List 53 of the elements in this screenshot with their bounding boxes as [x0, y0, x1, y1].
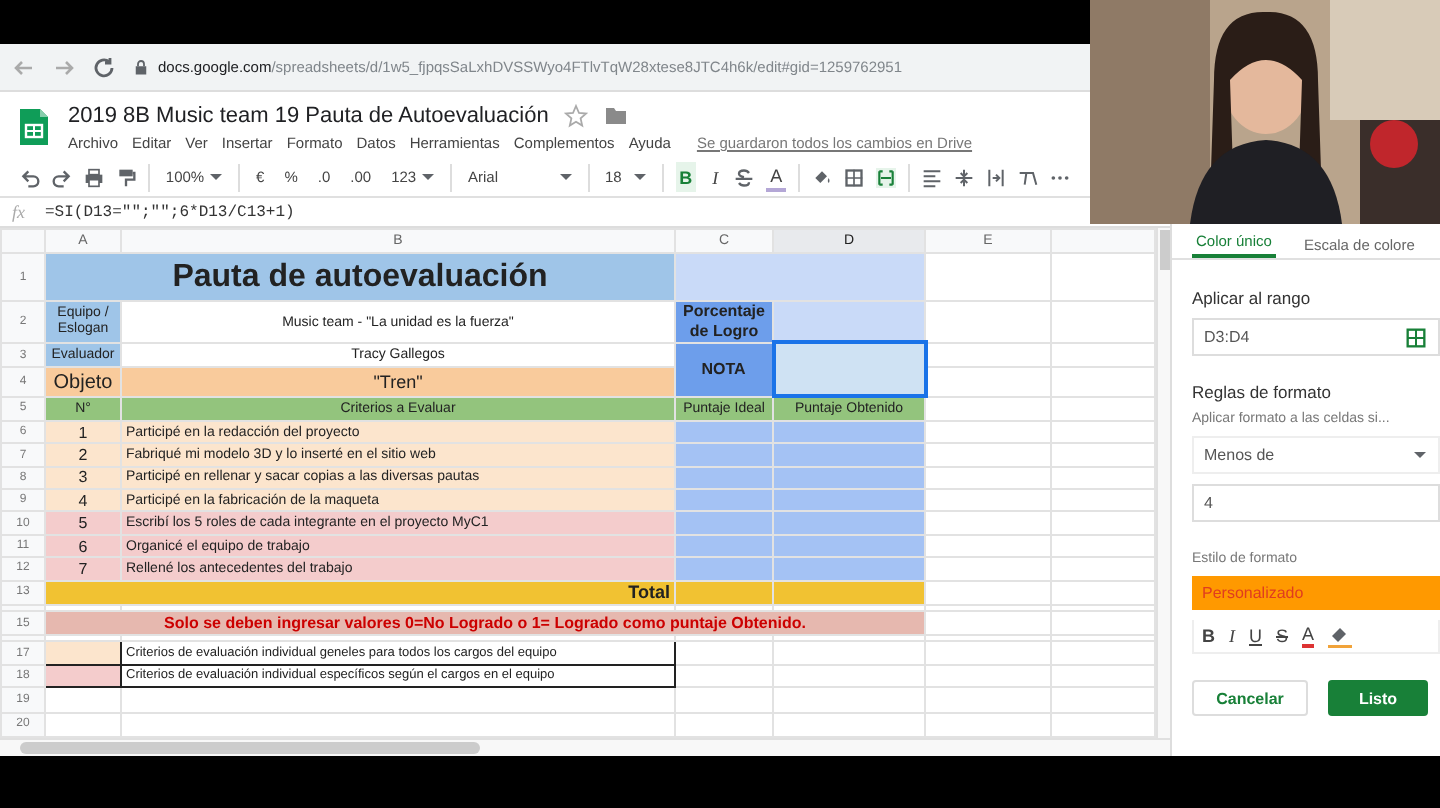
strikethrough-button[interactable]: S: [1276, 626, 1289, 646]
fill-color-icon[interactable]: [1328, 624, 1353, 648]
text-wrap-icon[interactable]: [986, 167, 1007, 187]
value-field[interactable]: 4: [1192, 484, 1440, 522]
redo-icon[interactable]: [52, 167, 72, 187]
caret-icon: [633, 174, 646, 180]
sheets-logo-icon[interactable]: [20, 108, 48, 146]
vertical-align-icon[interactable]: [954, 167, 975, 187]
strikethrough-icon[interactable]: [734, 167, 755, 187]
formula-field[interactable]: =SI(D13="";"";6*D13/C13+1): [45, 203, 295, 221]
sheet-cell[interactable]: NOTA: [675, 342, 773, 397]
text-color-button[interactable]: A: [766, 162, 787, 192]
folder-icon[interactable]: [604, 104, 629, 128]
paint-format-icon[interactable]: [116, 167, 136, 187]
sheet-cell[interactable]: Objeto: [45, 367, 121, 397]
caret-icon: [210, 174, 223, 180]
reload-icon[interactable]: [92, 55, 116, 79]
underline-button[interactable]: U: [1249, 626, 1262, 646]
document-title[interactable]: 2019 8B Music team 19 Pauta de Autoevaluación: [68, 104, 549, 128]
undo-icon[interactable]: [20, 167, 40, 187]
done-button[interactable]: Listo: [1328, 680, 1428, 716]
text-rotate-icon[interactable]: [1018, 167, 1039, 187]
bold-button[interactable]: B: [1202, 626, 1215, 646]
italic-button[interactable]: I: [708, 162, 723, 192]
merge-cells-icon[interactable]: [876, 167, 897, 187]
back-icon[interactable]: [12, 55, 36, 79]
align-icon[interactable]: [922, 167, 943, 187]
borders-icon[interactable]: [844, 167, 865, 187]
lock-icon[interactable]: [132, 58, 150, 76]
caret-icon: [1414, 452, 1426, 458]
cancel-button[interactable]: Cancelar: [1192, 680, 1308, 716]
range-field[interactable]: D3:D4: [1192, 318, 1440, 356]
sheet-cell[interactable]: "Tren": [121, 367, 675, 397]
formula-label: fx: [12, 202, 25, 222]
print-icon[interactable]: [84, 167, 104, 187]
condition-dropdown[interactable]: Menos de: [1192, 436, 1440, 474]
caret-icon: [559, 174, 572, 180]
caret-icon: [422, 174, 435, 180]
sheet-cell[interactable]: Total: [45, 580, 675, 605]
section-label: Reglas de formato: [1192, 382, 1333, 402]
fill-color-icon[interactable]: [812, 167, 833, 187]
scrollbar[interactable]: [0, 738, 1170, 756]
grid-select-icon[interactable]: [1406, 327, 1426, 347]
star-icon[interactable]: [564, 104, 589, 128]
scrollbar[interactable]: [1156, 228, 1170, 738]
bold-button[interactable]: B: [675, 162, 697, 192]
sheet-cell[interactable]: [773, 342, 925, 397]
sheet-cell[interactable]: Pauta de autoevaluación: [45, 253, 675, 302]
sheet-cell[interactable]: Porcentaje de Logro: [675, 301, 773, 343]
section-label: Aplicar al rango: [1192, 288, 1313, 308]
forward-icon[interactable]: [52, 55, 76, 79]
text-color-button[interactable]: A: [1302, 624, 1315, 648]
italic-button[interactable]: I: [1229, 626, 1235, 646]
